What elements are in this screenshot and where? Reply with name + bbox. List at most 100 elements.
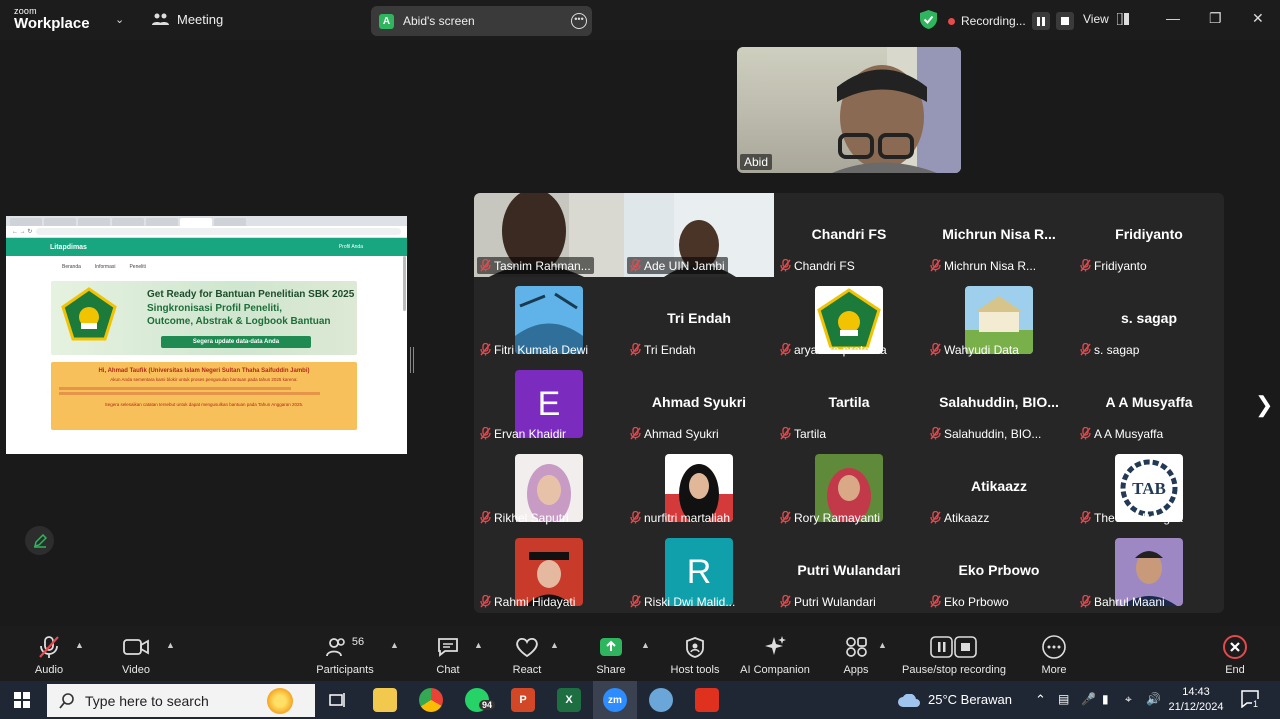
speaker-video[interactable]: Abid bbox=[737, 47, 961, 173]
next-page-icon[interactable]: ❯ bbox=[1255, 392, 1273, 418]
mic-muted-icon bbox=[930, 511, 941, 524]
react-button[interactable]: React bbox=[508, 635, 546, 676]
wifi-icon[interactable]: ⌖ bbox=[1125, 692, 1132, 707]
notification-button[interactable]: 1 bbox=[1241, 690, 1260, 713]
chrome-icon[interactable] bbox=[419, 688, 443, 712]
taskbar-clock[interactable]: 14:43 21/12/2024 bbox=[1163, 685, 1229, 715]
apps-button[interactable]: Apps bbox=[839, 635, 873, 676]
view-button[interactable]: View bbox=[1083, 12, 1129, 26]
participant-tile[interactable]: Tartila Tartila bbox=[774, 361, 924, 445]
chat-button[interactable]: Chat bbox=[430, 635, 466, 676]
participant-name-display: Putri Wulandari bbox=[797, 562, 901, 578]
participant-tile[interactable]: R Riski Dwi Malid... bbox=[624, 529, 774, 613]
powerpoint-icon[interactable]: P bbox=[511, 688, 535, 712]
site-menu-item: Informasi bbox=[94, 264, 116, 270]
zoom-app-icon[interactable]: zm bbox=[603, 688, 627, 712]
more-options-icon[interactable]: ••• bbox=[571, 13, 587, 29]
weather-label[interactable]: 25°C Berawan bbox=[928, 692, 1012, 707]
ai-companion-button[interactable]: AI Companion bbox=[738, 635, 812, 676]
excel-icon[interactable]: X bbox=[557, 688, 581, 712]
acrobat-icon[interactable] bbox=[695, 688, 719, 712]
participant-tile[interactable]: aryawira pratama bbox=[774, 277, 924, 361]
participant-name-display: Eko Prbowo bbox=[958, 562, 1040, 578]
shared-screen-pill[interactable]: A Abid's screen ••• bbox=[371, 6, 592, 36]
pause-stop-recording-button[interactable]: Pause/stop recording bbox=[898, 635, 1010, 676]
participant-tile[interactable]: Tri Endah Tri Endah bbox=[624, 277, 774, 361]
participant-tile[interactable]: Fitri Kumala Dewi bbox=[474, 277, 624, 361]
participant-tile[interactable]: Salahuddin, BIO... Salahuddin, BIO... bbox=[924, 361, 1074, 445]
chevron-up-icon[interactable]: ⌃ bbox=[1035, 692, 1046, 708]
end-meeting-button[interactable]: End bbox=[1218, 635, 1252, 676]
taskbar-search-box[interactable]: Type here to search bbox=[47, 684, 315, 717]
video-options-chevron-icon[interactable]: ▲ bbox=[166, 640, 175, 650]
audio-button[interactable]: Audio bbox=[28, 635, 70, 676]
more-button[interactable]: More bbox=[1038, 635, 1070, 676]
participant-tile[interactable]: Wahyudi Data bbox=[924, 277, 1074, 361]
participant-tile[interactable]: Fridiyanto Fridiyanto bbox=[1074, 193, 1224, 277]
participant-tile[interactable]: nurfitri martaliah bbox=[624, 445, 774, 529]
whatsapp-icon[interactable]: 94 bbox=[465, 688, 496, 712]
participant-tile[interactable]: Rikhel Saputri bbox=[474, 445, 624, 529]
banner-subtitle-2: Outcome, Abstrak & Logbook Bantuan bbox=[147, 316, 331, 327]
participant-tile[interactable]: s. sagap s. sagap bbox=[1074, 277, 1224, 361]
participant-label: Ade UIN Jambi bbox=[627, 257, 728, 274]
share-options-chevron-icon[interactable]: ▲ bbox=[641, 640, 650, 650]
video-button[interactable]: Video bbox=[115, 635, 157, 676]
restore-icon[interactable]: ❐ bbox=[1209, 10, 1222, 27]
participant-tile[interactable]: TAB Theo Ari Bangsa bbox=[1074, 445, 1224, 529]
participants-icon bbox=[325, 638, 345, 657]
device-icon[interactable]: ▤ bbox=[1058, 692, 1069, 706]
annotate-button[interactable] bbox=[25, 526, 54, 555]
react-options-chevron-icon[interactable]: ▲ bbox=[550, 640, 559, 650]
mic-muted-icon bbox=[630, 511, 641, 524]
recording-label: Recording... bbox=[961, 14, 1026, 28]
participants-button[interactable]: 56 Participants bbox=[314, 635, 376, 676]
app-icon[interactable] bbox=[649, 688, 673, 712]
meeting-menu[interactable]: Meeting bbox=[152, 12, 223, 27]
shared-screen[interactable]: ← → ↻ Litapdimas Profil Anda Beranda Inf… bbox=[6, 216, 407, 454]
chevron-down-icon[interactable]: ⌄ bbox=[115, 13, 124, 26]
apps-options-chevron-icon[interactable]: ▲ bbox=[878, 640, 887, 650]
participant-name-display: Atikaazz bbox=[970, 478, 1028, 494]
split-handle[interactable] bbox=[410, 347, 414, 373]
participant-name: Fridiyanto bbox=[1094, 258, 1147, 273]
audio-options-chevron-icon[interactable]: ▲ bbox=[75, 640, 84, 650]
encryption-shield-icon[interactable] bbox=[920, 10, 937, 29]
participant-tile[interactable]: Bahrul Maani bbox=[1074, 529, 1224, 613]
participant-tile[interactable]: Atikaazz Atikaazz bbox=[924, 445, 1074, 529]
host-tools-button[interactable]: Host tools bbox=[667, 635, 723, 676]
participant-label: Bahrul Maani bbox=[1077, 593, 1168, 610]
participant-tile[interactable]: E Ervan Khaidir bbox=[474, 361, 624, 445]
participants-options-chevron-icon[interactable]: ▲ bbox=[390, 640, 399, 650]
participant-label: Eko Prbowo bbox=[927, 593, 1012, 610]
participant-tile[interactable]: Ade UIN Jambi bbox=[624, 193, 774, 277]
microphone-icon[interactable]: 🎤 bbox=[1081, 692, 1096, 706]
minimize-icon[interactable]: — bbox=[1166, 10, 1180, 26]
meeting-toolbar: Audio ▲ Video ▲ 56 Participants ▲ Chat ▲… bbox=[0, 626, 1280, 681]
participant-tile[interactable]: A A Musyaffa A A Musyaffa bbox=[1074, 361, 1224, 445]
participant-tile[interactable]: Chandri FS Chandri FS bbox=[774, 193, 924, 277]
zoom-logo[interactable]: zoom Workplace bbox=[14, 7, 90, 32]
volume-icon[interactable]: 🔊 bbox=[1146, 692, 1161, 706]
participant-tile[interactable]: Rory Ramayanti bbox=[774, 445, 924, 529]
task-view-icon[interactable] bbox=[329, 692, 347, 708]
file-explorer-icon[interactable] bbox=[373, 688, 397, 712]
pause-recording-button[interactable] bbox=[1031, 12, 1050, 30]
windows-start-icon[interactable] bbox=[14, 692, 30, 708]
participant-tile[interactable]: Michrun Nisa R... Michrun Nisa R... bbox=[924, 193, 1074, 277]
participants-label: Participants bbox=[316, 664, 374, 676]
share-button[interactable]: Share bbox=[594, 635, 628, 676]
close-icon[interactable]: ✕ bbox=[1252, 10, 1264, 27]
participant-tile[interactable]: Rahmi Hidayati bbox=[474, 529, 624, 613]
participant-tile[interactable]: Tasnim Rahman... bbox=[474, 193, 624, 277]
chat-options-chevron-icon[interactable]: ▲ bbox=[474, 640, 483, 650]
participant-tile[interactable]: Eko Prbowo Eko Prbowo bbox=[924, 529, 1074, 613]
battery-icon[interactable]: ▮ bbox=[1102, 692, 1109, 706]
participant-tile[interactable]: Putri Wulandari Putri Wulandari bbox=[774, 529, 924, 613]
participant-tile[interactable]: Ahmad Syukri Ahmad Syukri bbox=[624, 361, 774, 445]
participant-name: Chandri FS bbox=[794, 258, 855, 273]
stop-recording-button[interactable] bbox=[1055, 12, 1074, 30]
participant-label: Salahuddin, BIO... bbox=[927, 425, 1044, 442]
participant-name: Tartila bbox=[794, 426, 827, 441]
cloud-icon bbox=[898, 694, 920, 707]
